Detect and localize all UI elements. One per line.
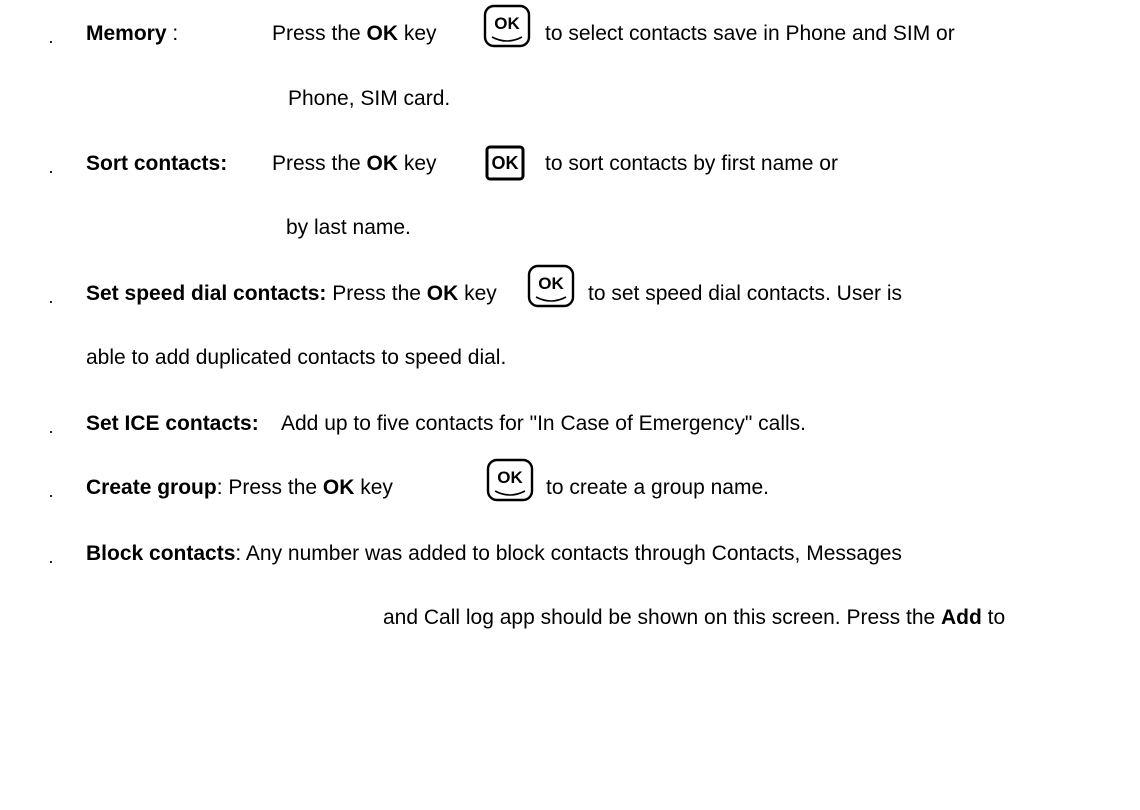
ok-key-icon: OK (483, 4, 531, 48)
item-create-group-line1: Create group: Press the OK key (86, 476, 393, 499)
item-speed-dial-line2: able to add duplicated contacts to speed… (86, 346, 507, 369)
bullet: · (48, 485, 54, 505)
svg-text:OK: OK (497, 468, 523, 487)
item-block-line2: and Call log app should be shown on this… (383, 606, 1006, 629)
item-speed-dial-line1-rest: to set speed dial contacts. User is (588, 282, 902, 305)
item-ice-text: Add up to five contacts for "In Case of … (281, 412, 806, 435)
item-memory-line1-rest: to select contacts save in Phone and SIM… (545, 22, 955, 45)
bullet: · (48, 161, 54, 181)
bullet: · (48, 551, 54, 571)
item-ice-title: Set ICE contacts: (86, 412, 259, 435)
item-speed-dial-line1: Set speed dial contacts: Press the OK ke… (86, 282, 497, 305)
bullet: · (48, 421, 54, 441)
svg-text:OK: OK (492, 153, 519, 173)
svg-text:OK: OK (538, 274, 564, 293)
item-memory-line2: Phone, SIM card. (288, 87, 451, 110)
item-create-group-line1-rest: to create a group name. (546, 476, 769, 499)
item-block-line1: Block contacts: Any number was added to … (86, 542, 902, 565)
document-page: · Memory : Press the OK key OK to select… (0, 0, 1140, 810)
svg-text:OK: OK (494, 14, 520, 33)
item-sort-line1-rest: to sort contacts by first name or (545, 152, 838, 175)
item-memory-title: Memory : (86, 22, 179, 45)
item-sort-line2: by last name. (286, 216, 411, 239)
bullet: · (48, 31, 54, 51)
item-sort-title: Sort contacts: (86, 152, 228, 175)
ok-key-icon: OK (527, 264, 575, 308)
ok-key-icon: OK (486, 458, 534, 502)
ok-key-icon: OK (485, 145, 525, 181)
bullet: · (48, 291, 54, 311)
item-memory-line1: Press the OK key (272, 22, 437, 45)
item-sort-line1: Press the OK key (272, 152, 437, 175)
